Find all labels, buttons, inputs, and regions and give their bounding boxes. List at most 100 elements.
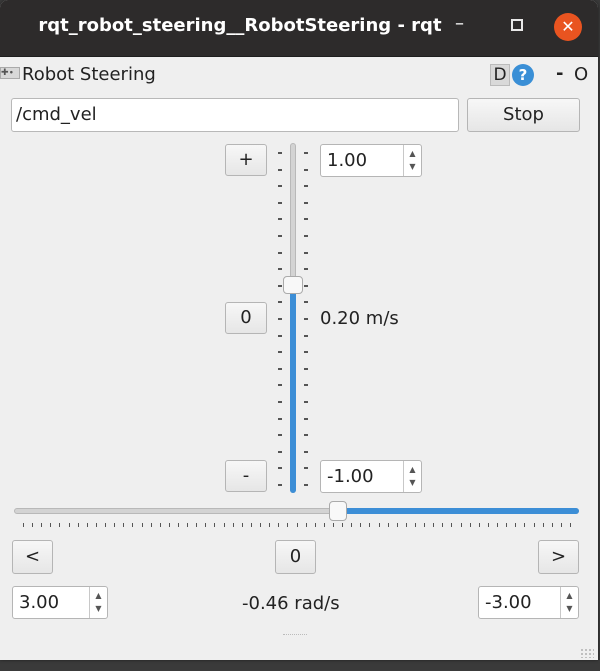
slider-tick bbox=[41, 523, 43, 527]
slider-tick bbox=[360, 523, 362, 527]
angular-left-spinbox[interactable]: 3.00 ▲ ▼ bbox=[12, 586, 108, 619]
slider-tick bbox=[278, 417, 282, 420]
slider-tick bbox=[304, 168, 308, 171]
increase-linear-button[interactable]: + bbox=[225, 144, 267, 176]
linear-slider-handle[interactable] bbox=[283, 275, 303, 294]
spin-arrows-icon[interactable]: ▲ ▼ bbox=[403, 145, 421, 176]
slider-tick bbox=[542, 523, 544, 527]
slider-tick bbox=[570, 523, 571, 527]
angular-left-value: 3.00 bbox=[19, 592, 60, 613]
slider-tick bbox=[177, 523, 179, 527]
slider-tick bbox=[304, 201, 308, 204]
slider-tick bbox=[269, 523, 271, 527]
slider-tick bbox=[304, 268, 308, 271]
slider-tick bbox=[278, 523, 280, 527]
slider-tick bbox=[304, 401, 308, 403]
minimize-button[interactable]: – bbox=[455, 13, 464, 34]
slider-tick bbox=[232, 523, 234, 527]
decrease-linear-button[interactable]: - bbox=[225, 460, 267, 492]
slider-tick bbox=[278, 301, 282, 304]
slider-tick bbox=[214, 523, 216, 527]
splitter-grip[interactable] bbox=[283, 634, 307, 637]
angular-velocity-slider[interactable] bbox=[14, 501, 579, 521]
spin-arrows-icon[interactable]: ▲ ▼ bbox=[560, 587, 578, 618]
slider-tick bbox=[50, 523, 52, 527]
slider-tick bbox=[304, 318, 308, 320]
slider-tick bbox=[278, 251, 282, 254]
slider-tick bbox=[278, 168, 282, 171]
linear-velocity-slider[interactable] bbox=[283, 143, 303, 493]
close-icon: ✕ bbox=[561, 17, 575, 36]
slider-tick bbox=[442, 523, 444, 527]
slider-tick bbox=[304, 218, 308, 221]
slider-tick bbox=[278, 201, 282, 204]
slider-tick bbox=[196, 523, 198, 527]
slider-tick bbox=[159, 523, 161, 527]
spin-arrows-icon[interactable]: ▲ ▼ bbox=[403, 461, 421, 492]
slider-tick bbox=[351, 523, 353, 527]
zero-linear-button[interactable]: 0 bbox=[225, 302, 267, 334]
stop-button[interactable]: Stop bbox=[467, 98, 580, 132]
angular-right-spinbox[interactable]: -3.00 ▲ ▼ bbox=[478, 586, 579, 619]
slider-tick bbox=[168, 523, 170, 527]
slider-tick bbox=[141, 523, 143, 527]
slider-tick bbox=[304, 251, 308, 254]
slider-tick bbox=[114, 523, 116, 527]
slider-tick bbox=[123, 523, 125, 527]
slider-tick bbox=[304, 417, 308, 420]
slider-tick bbox=[342, 523, 344, 527]
topic-input[interactable]: /cmd_vel bbox=[11, 98, 459, 132]
turn-left-button[interactable]: < bbox=[12, 540, 53, 574]
spin-arrows-icon[interactable]: ▲ ▼ bbox=[89, 587, 107, 618]
angular-slider-handle[interactable] bbox=[329, 501, 348, 521]
help-icon[interactable]: ? bbox=[512, 64, 534, 86]
slider-tick bbox=[304, 384, 308, 387]
slider-tick bbox=[551, 523, 553, 527]
slider-tick bbox=[304, 284, 308, 287]
slider-tick bbox=[278, 334, 282, 337]
slider-tick bbox=[287, 523, 289, 527]
resize-grip[interactable] bbox=[580, 648, 594, 658]
slider-tick bbox=[304, 351, 308, 354]
slider-tick bbox=[278, 401, 282, 403]
slider-tick bbox=[415, 523, 417, 527]
slider-tick bbox=[304, 467, 308, 470]
slider-tick bbox=[278, 351, 282, 354]
linear-max-spinbox[interactable]: 1.00 ▲ ▼ bbox=[320, 144, 422, 177]
slider-tick bbox=[304, 152, 308, 154]
slider-tick bbox=[515, 523, 517, 527]
slider-tick bbox=[278, 318, 282, 320]
linear-min-spinbox[interactable]: -1.00 ▲ ▼ bbox=[320, 460, 422, 493]
slider-tick bbox=[323, 523, 325, 527]
slider-tick bbox=[304, 334, 308, 337]
zero-angular-button[interactable]: 0 bbox=[275, 540, 316, 574]
title-bar[interactable]: rqt_robot_steering__RobotSteering - rqt … bbox=[0, 0, 598, 57]
slider-tick bbox=[304, 301, 308, 304]
slider-tick bbox=[68, 523, 70, 527]
slider-tick bbox=[378, 523, 380, 527]
slider-tick bbox=[278, 284, 282, 287]
slider-tick bbox=[487, 523, 489, 527]
linear-velocity-label: 0.20 m/s bbox=[320, 308, 399, 329]
close-button[interactable]: ✕ bbox=[554, 13, 582, 41]
dock-button[interactable]: D bbox=[490, 64, 510, 86]
slider-tick bbox=[304, 185, 308, 188]
slider-tick bbox=[304, 450, 308, 453]
slider-tick bbox=[433, 523, 435, 527]
slider-tick bbox=[451, 523, 453, 527]
plugin-minimize-button[interactable]: - bbox=[556, 63, 563, 84]
linear-min-value: -1.00 bbox=[327, 466, 374, 487]
slider-tick bbox=[278, 367, 282, 370]
slider-tick bbox=[460, 523, 462, 527]
slider-tick bbox=[86, 523, 88, 527]
slider-tick bbox=[278, 450, 282, 453]
slider-tick bbox=[150, 523, 152, 527]
linear-slider-fill bbox=[290, 284, 296, 493]
maximize-button[interactable] bbox=[511, 19, 523, 31]
plugin-close-button[interactable]: O bbox=[574, 64, 588, 85]
turn-right-button[interactable]: > bbox=[538, 540, 579, 574]
slider-tick bbox=[278, 484, 282, 486]
slider-tick bbox=[497, 523, 499, 527]
slider-tick bbox=[23, 523, 24, 527]
slider-tick bbox=[533, 523, 535, 527]
